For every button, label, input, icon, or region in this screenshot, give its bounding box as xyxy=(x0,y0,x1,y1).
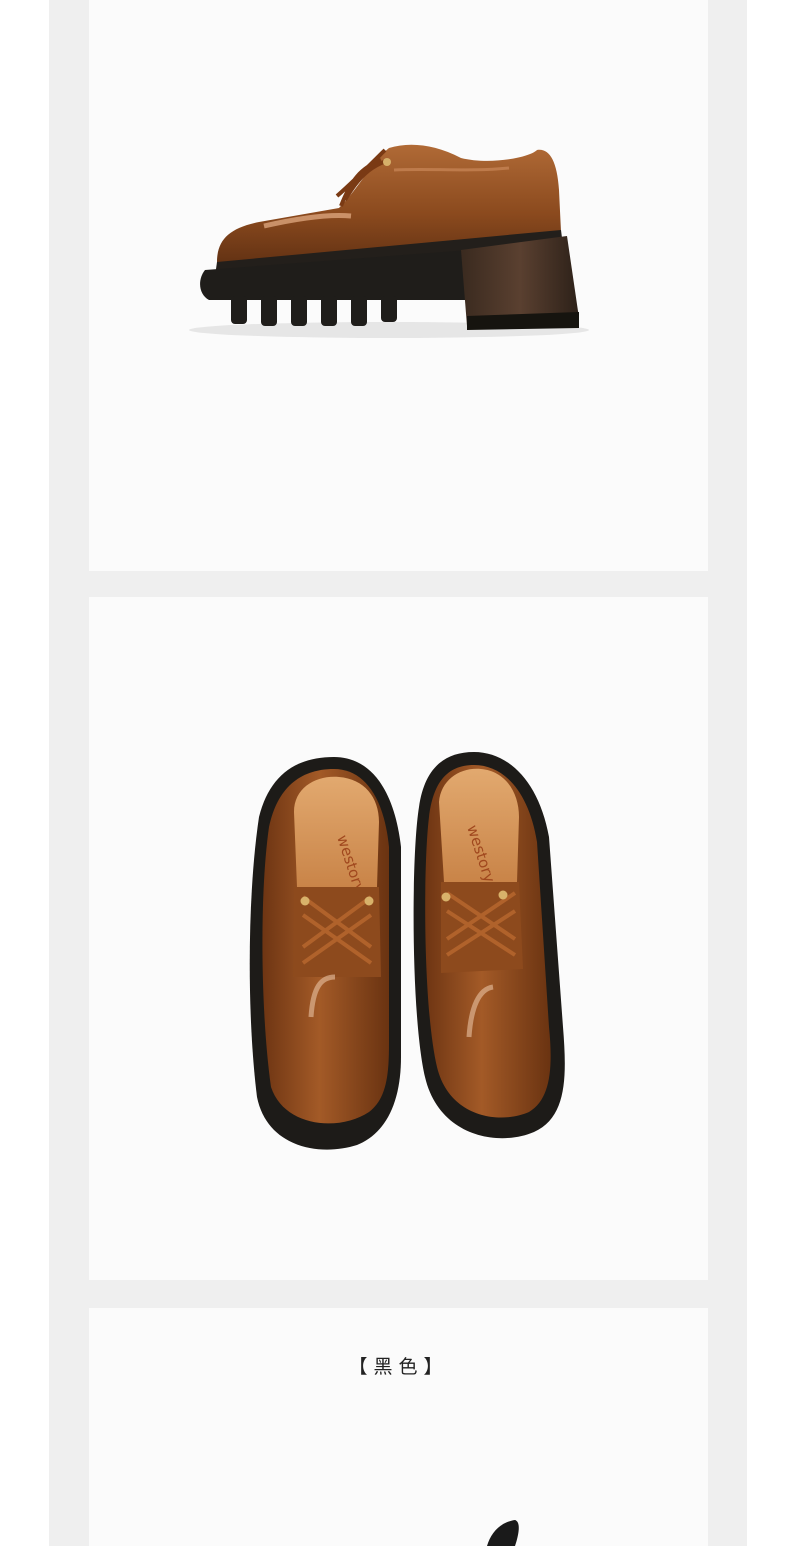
eyelet-icon xyxy=(383,158,391,166)
product-image-side-view xyxy=(89,0,708,571)
top-view-shoes-illustration: westory westory xyxy=(249,752,565,1150)
left-shoe: westory xyxy=(249,757,401,1150)
product-image-top-view: westory westory xyxy=(89,597,708,1280)
color-variant-panel: 【黑色】 xyxy=(89,1308,708,1546)
right-shoe: westory xyxy=(413,752,565,1139)
product-detail-page: westory westory 【黑色】 xyxy=(0,0,800,1546)
black-shoe-preview xyxy=(487,1520,519,1546)
side-view-shoe-illustration xyxy=(189,144,589,338)
